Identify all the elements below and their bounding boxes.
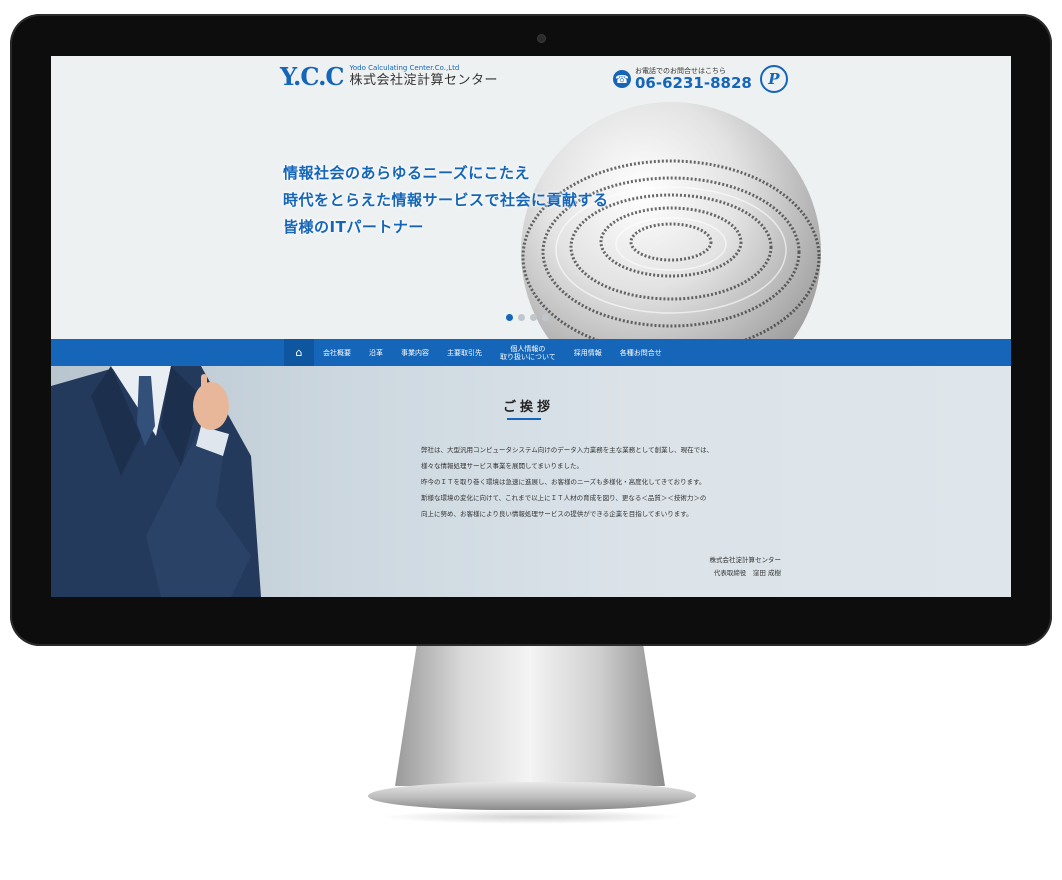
greeting-paragraph: 斯様な環境の変化に向けて、これまで以上にＩＴ人材の育成を図り、更なる＜品質＞＜技… xyxy=(421,494,707,502)
stand-shadow xyxy=(380,810,684,824)
logo-mark: Y.C.C xyxy=(280,62,345,91)
greeting-paragraph: 向上に努め、お客様により良い情報処理サービスの提供ができる企業を目指してまいりま… xyxy=(421,510,693,518)
company-name: 株式会社淀計算センター xyxy=(709,556,782,564)
logo-japanese-name: 株式会社淀計算センター xyxy=(349,73,499,88)
main-navigation: ⌂ 会社概要 沿革 事業内容 主要取引先 個人情報の 取り扱いについて 採用情報… xyxy=(51,339,1011,366)
monitor-stand-base xyxy=(368,782,696,810)
greeting-paragraph: 昨今のＩＴを取り巻く環境は急速に進展し、お客様のニーズも多様化・高度化してきてお… xyxy=(421,478,706,486)
hero-line: 皆様のITパートナー xyxy=(283,218,424,236)
nav-home-button[interactable]: ⌂ xyxy=(284,339,314,366)
hero-catchphrase: 情報社会のあらゆるニーズにこたえ 時代をとらえた情報サービスで社会に貢献する 皆… xyxy=(283,160,609,241)
home-icon: ⌂ xyxy=(295,345,303,359)
nav-item-clients[interactable]: 主要取引先 xyxy=(438,339,491,366)
hero-line: 時代をとらえた情報サービスで社会に貢献する xyxy=(283,191,609,209)
slider-dot[interactable] xyxy=(530,314,537,321)
greeting-signature: 株式会社淀計算センター 代表取締役 窪田 成樹 xyxy=(691,554,782,580)
nav-item-history[interactable]: 沿革 xyxy=(360,339,392,366)
representative-name: 代表取締役 窪田 成樹 xyxy=(713,569,781,577)
site-header: Y.C.C Yodo Calculating Center.Co.,Ltd 株式… xyxy=(51,56,1011,102)
logo-english-name: Yodo Calculating Center.Co.,Ltd xyxy=(349,64,460,72)
nav-item-company[interactable]: 会社概要 xyxy=(314,339,360,366)
nav-item-contact[interactable]: 各種お問合せ xyxy=(611,339,671,366)
hero-slider: 情報社会のあらゆるニーズにこたえ 時代をとらえた情報サービスで社会に貢献する 皆… xyxy=(51,102,1011,402)
title-underline xyxy=(507,418,541,420)
privacy-mark-icon[interactable]: P xyxy=(759,65,788,93)
site-logo[interactable]: Y.C.C Yodo Calculating Center.Co.,Ltd 株式… xyxy=(280,64,498,90)
slider-dot[interactable] xyxy=(506,314,513,321)
greeting-body: 弊社は、大型汎用コンピュータシステム向けのデータ入力業務を主な業務として創業し、… xyxy=(421,442,801,522)
greeting-paragraph: 様々な情報処理サービス事業を展開してまいりました。 xyxy=(421,462,583,470)
greeting-title: ご挨拶 xyxy=(503,400,555,415)
website-screen: Y.C.C Yodo Calculating Center.Co.,Ltd 株式… xyxy=(51,56,1011,597)
phone-icon: ☎ xyxy=(613,70,631,88)
slider-dot[interactable] xyxy=(518,314,525,321)
greeting-paragraph: 弊社は、大型汎用コンピュータシステム向けのデータ入力業務を主な業務として創業し、… xyxy=(421,446,714,454)
phone-number[interactable]: 06-6231-8828 xyxy=(635,74,752,92)
businessman-photo xyxy=(51,366,281,597)
nav-item-recruit[interactable]: 採用情報 xyxy=(565,339,611,366)
nav-item-privacy[interactable]: 個人情報の 取り扱いについて xyxy=(491,339,565,366)
hero-line: 情報社会のあらゆるニーズにこたえ xyxy=(283,164,530,182)
nav-item-business[interactable]: 事業内容 xyxy=(392,339,438,366)
monitor-stand-neck xyxy=(395,646,665,786)
camera-icon xyxy=(538,35,545,42)
contact-block: ☎ お電話でのお問合せはこちら 06-6231-8828 P xyxy=(613,65,788,93)
slider-dots xyxy=(506,314,549,321)
slider-dot[interactable] xyxy=(542,314,549,321)
greeting-section: ご挨拶 弊社は、大型汎用コンピュータシステム向けのデータ入力業務を主な業務として… xyxy=(51,366,1011,597)
